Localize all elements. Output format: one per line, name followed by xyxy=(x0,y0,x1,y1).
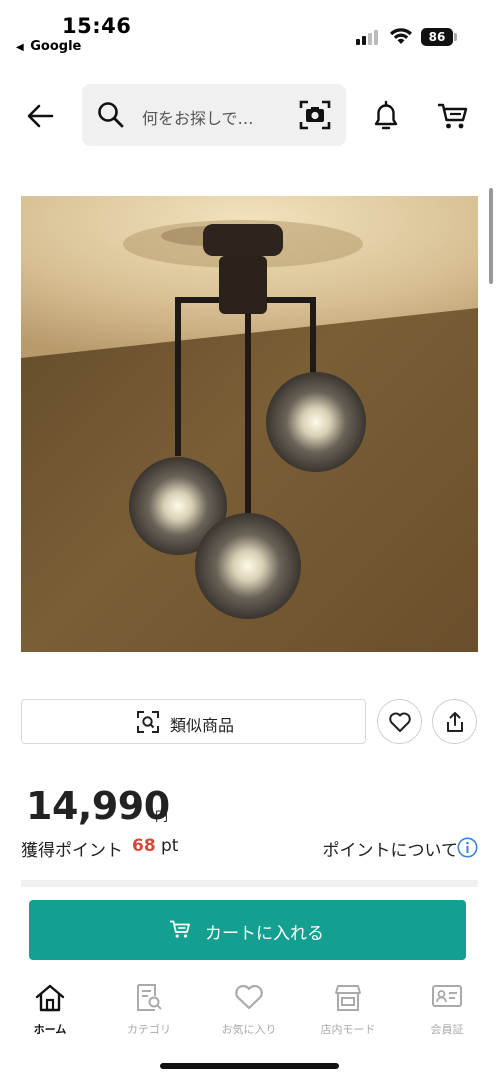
search-placeholder: 何をお探しで… xyxy=(142,109,254,128)
nav-item-member-card[interactable]: 会員証 xyxy=(397,975,497,1045)
share-button[interactable] xyxy=(432,699,477,744)
product-price: 14,990 xyxy=(26,784,170,828)
similar-search-icon xyxy=(137,711,159,733)
nav-label-member-card: 会員証 xyxy=(430,1023,464,1036)
nav-label-favorites: お気に入り xyxy=(221,1023,277,1036)
nav-label-home: ホーム xyxy=(33,1023,67,1036)
status-bar: 15:46 ◀ Google 86 xyxy=(0,0,499,62)
nav-item-category[interactable]: カテゴリ xyxy=(99,975,199,1045)
cellular-signal-icon xyxy=(356,30,382,45)
share-icon xyxy=(447,712,463,732)
nav-label-category: カテゴリ xyxy=(127,1023,171,1036)
nav-item-home[interactable]: ホーム xyxy=(0,975,100,1045)
nav-item-favorites[interactable]: お気に入り xyxy=(199,975,299,1045)
category-search-icon xyxy=(137,984,162,1011)
heart-icon xyxy=(235,984,263,1010)
product-image-carousel[interactable]: 1 9 xyxy=(21,196,478,652)
similar-items-button[interactable]: 類似商品 xyxy=(21,699,366,744)
nav-item-store-mode[interactable]: 店内モード xyxy=(298,975,398,1045)
price-unit: 円 xyxy=(155,810,169,825)
points-about-link[interactable]: ポイントについて xyxy=(323,836,459,861)
favorite-button[interactable] xyxy=(377,699,422,744)
points-value: 68 xyxy=(132,836,156,856)
search-input[interactable]: 何をお探しで… xyxy=(82,84,346,146)
add-to-cart-button[interactable]: カートに入れる xyxy=(29,900,466,960)
back-to-app-link[interactable]: ◀ Google xyxy=(16,39,81,54)
bottom-nav: ホーム カテゴリ お気に入り 店内モード 会員証 xyxy=(0,975,499,1045)
arrow-left-icon[interactable] xyxy=(22,98,58,134)
home-icon xyxy=(35,984,65,1012)
nav-label-store-mode: 店内モード xyxy=(320,1023,376,1036)
member-card-icon xyxy=(432,985,462,1007)
wifi-icon xyxy=(390,28,412,44)
back-triangle-icon: ◀ xyxy=(16,42,24,53)
pendant-lamp-photo xyxy=(21,196,478,652)
search-icon xyxy=(98,102,124,128)
header: 何をお探しで… xyxy=(0,84,499,146)
bell-icon[interactable] xyxy=(370,99,402,133)
points-label: 獲得ポイント xyxy=(21,841,123,861)
similar-items-label: 類似商品 xyxy=(170,716,235,735)
status-time: 15:46 xyxy=(62,14,132,38)
cart-icon[interactable] xyxy=(436,101,470,131)
add-to-cart-label: カートに入れる xyxy=(205,924,324,944)
cart-icon xyxy=(170,920,190,938)
info-icon[interactable] xyxy=(457,837,478,858)
section-divider xyxy=(21,880,478,887)
back-app-name: Google xyxy=(30,39,82,54)
store-icon xyxy=(335,985,361,1011)
points-unit: pt xyxy=(161,836,179,856)
page-scrollbar[interactable] xyxy=(489,188,493,284)
heart-icon xyxy=(389,712,411,732)
battery-indicator: 86 xyxy=(421,28,453,46)
camera-search-icon[interactable] xyxy=(298,98,332,132)
home-indicator[interactable] xyxy=(160,1063,339,1069)
battery-tip xyxy=(454,33,457,41)
